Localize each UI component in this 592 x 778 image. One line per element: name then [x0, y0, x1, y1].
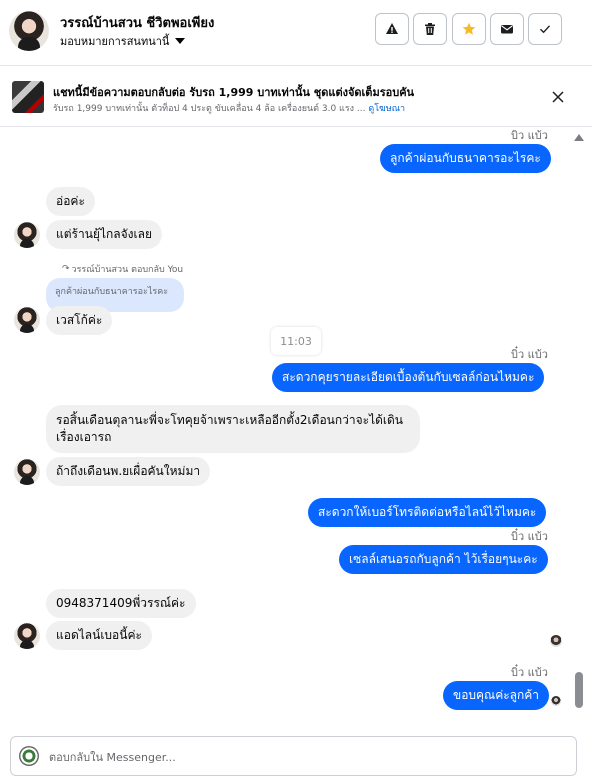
ad-title: แชทนี้มีข้อความตอบกลับต่อ รับรถ 1,999 บา… [53, 86, 415, 99]
reply-label: วรรณ์บ้านสวน ตอบกลับ You [71, 265, 184, 275]
ad-description: รับรถ 1,999 บาทเท่านั้น ตัวท็อป 4 ประตู … [53, 101, 405, 115]
reply-context: ↷ วรรณ์บ้านสวน ตอบกลับ You [62, 262, 183, 276]
reply-arrow-icon: ↷ [62, 264, 70, 274]
message-bubble-incoming[interactable]: เวสโก้ค่ะ [46, 306, 113, 335]
page-avatar [19, 746, 39, 766]
envelope-icon [501, 25, 513, 34]
message-bubble-incoming[interactable]: แต่ร้านยุ้ไกลจังเลย [46, 220, 162, 249]
timestamp-chip: 11:03 [271, 327, 321, 355]
check-icon [540, 25, 551, 34]
message-sender-name: บิ๋ว แบ้ว [511, 666, 548, 679]
assign-label: มอบหมายการสนทนานี้ [60, 35, 170, 48]
conversation-header: วรรณ์บ้านสวน ชีวิตพอเพียง มอบหมายการสนทน… [0, 0, 592, 66]
contact-avatar-small [14, 459, 40, 485]
close-icon[interactable] [550, 89, 566, 105]
message-bubble-incoming[interactable]: ถ้าถึงเดือนพ.ยเผื่อคันใหม่มา [46, 457, 211, 486]
mark-done-button[interactable] [528, 13, 562, 45]
message-bubble-outgoing[interactable]: สะดวกคุยรายละเอียดเบื้องต้นกับเซลล์ก่อนไ… [272, 363, 545, 392]
contact-avatar-small [14, 307, 40, 333]
reply-composer[interactable]: ตอบกลับใน Messenger... [10, 736, 577, 776]
reply-input[interactable]: ตอบกลับใน Messenger... [49, 748, 176, 766]
message-line: เรื่องเอารถ [56, 430, 112, 444]
mark-unread-button[interactable] [490, 13, 524, 45]
message-bubble-outgoing[interactable]: เซลล์เสนอรถกับลูกค้า ไว้เรื่อยๆนะคะ [339, 545, 548, 574]
ad-thumbnail[interactable] [12, 81, 44, 113]
message-sender-name: บิ๋ว แบ้ว [511, 530, 548, 543]
contact-avatar-small [14, 623, 40, 649]
contact-avatar-small [14, 222, 40, 248]
message-sender-name: บิ๋ว แบ้ว [511, 348, 548, 361]
message-bubble-incoming[interactable]: 0948371409พี่วรรณ์ค่ะ [46, 589, 196, 618]
message-bubble-incoming[interactable]: อ่อค่ะ [46, 187, 95, 216]
assign-conversation-dropdown[interactable]: มอบหมายการสนทนานี้ [60, 32, 186, 50]
contact-avatar[interactable] [9, 11, 49, 51]
star-button[interactable] [452, 13, 486, 45]
message-bubble-outgoing[interactable]: สะดวกให้เบอร์โทรติดต่อหรือไลน์ไว้ไหมคะ [308, 498, 547, 527]
message-bubble-incoming[interactable]: แอดไลน์เบอนี้ค่ะ [46, 621, 152, 650]
message-bubble-outgoing[interactable]: ขอบคุณค่ะลูกค้า [443, 681, 550, 710]
trash-icon [425, 23, 435, 35]
seen-receipt-avatar [551, 696, 561, 706]
scrollbar-thumb[interactable] [575, 672, 583, 708]
message-bubble-outgoing[interactable]: ลูกค้าผ่อนกับธนาคารอะไรคะ [380, 144, 551, 173]
delete-button[interactable] [413, 13, 447, 45]
ad-description-text: รับรถ 1,999 บาทเท่านั้น ตัวท็อป 4 ประตู … [53, 104, 366, 114]
star-icon [462, 22, 476, 35]
message-bubble-incoming[interactable]: รอสิ้นเดือนตุลานะพี่จะโทคุยจ้าเพราะเหลือ… [46, 405, 420, 453]
warning-icon [386, 23, 398, 34]
ad-reply-banner: แชทนี้มีข้อความตอบกลับต่อ รับรถ 1,999 บา… [0, 67, 592, 127]
report-button[interactable] [375, 13, 409, 45]
message-line: รอสิ้นเดือนตุลานะพี่จะโทคุยจ้าเพราะเหลือ… [56, 413, 404, 427]
view-ad-link[interactable]: ดูโฆษณา [368, 104, 405, 114]
seen-receipt-avatar [550, 635, 562, 647]
message-sender-name: บิว แบ้ว [511, 129, 548, 142]
chevron-down-icon [175, 38, 186, 44]
scroll-up-arrow-icon[interactable] [574, 134, 584, 141]
contact-name[interactable]: วรรณ์บ้านสวน ชีวิตพอเพียง [60, 12, 214, 33]
